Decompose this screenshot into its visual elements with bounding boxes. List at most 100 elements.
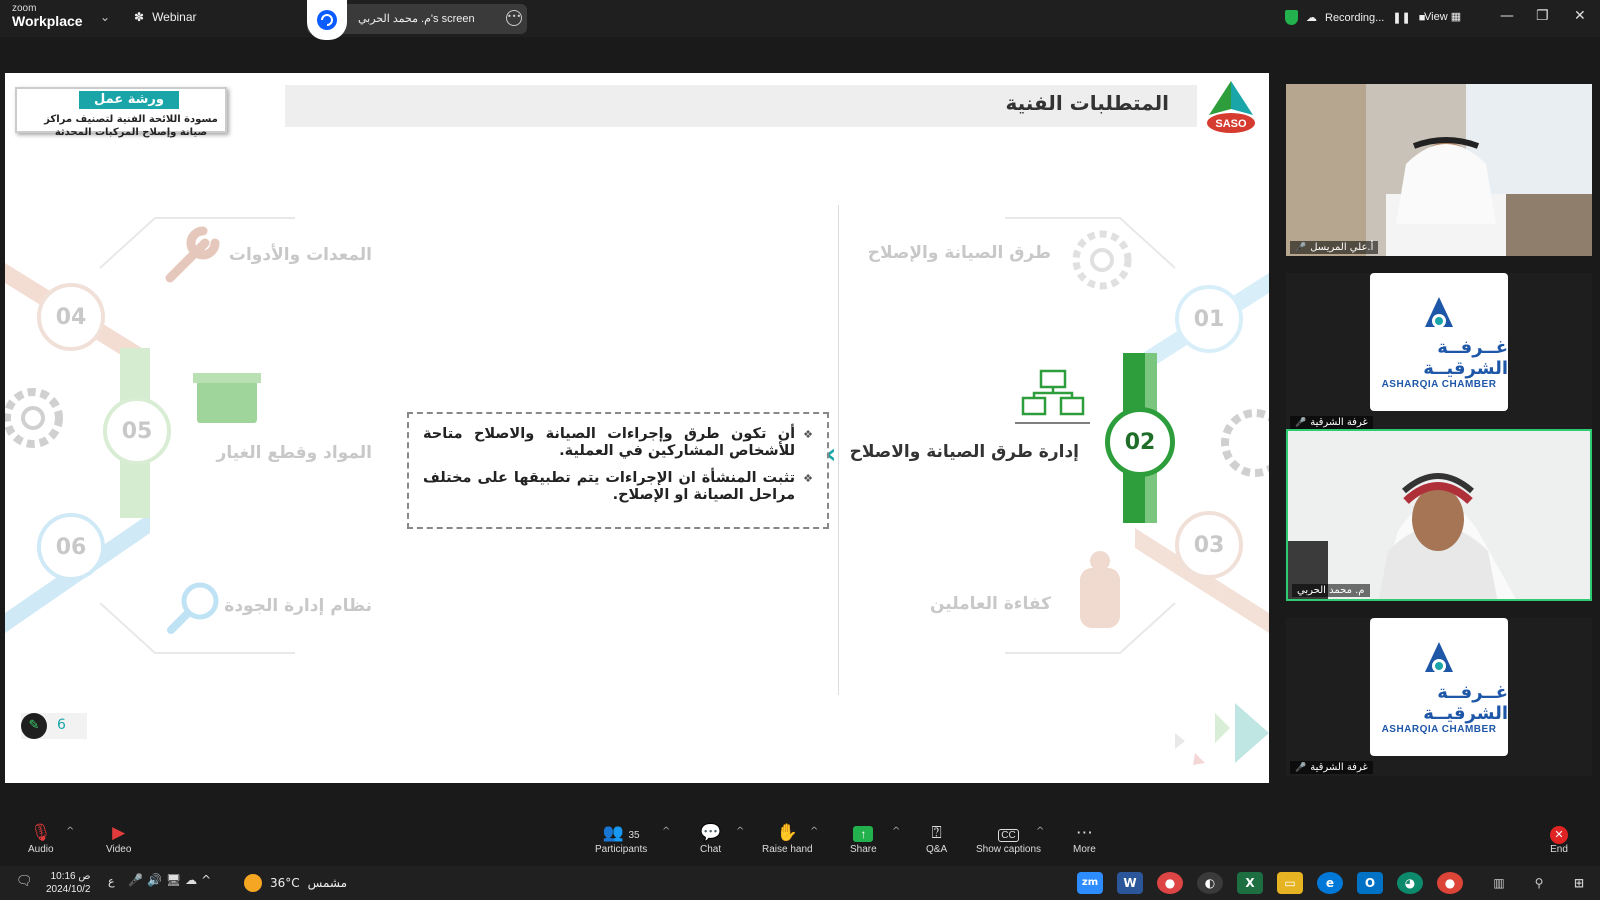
participant-name-tag: م. محمد الحربي	[1292, 584, 1370, 597]
taskbar-ie-icon[interactable]: e	[1317, 872, 1343, 894]
restore-icon[interactable]: ❐	[1536, 8, 1549, 24]
qa-label: Q&A	[926, 844, 948, 855]
page-number: 6	[57, 717, 66, 733]
tray-icons[interactable]: 🎤🔊🖥☁^	[128, 873, 215, 887]
taskbar-word-icon[interactable]: W	[1117, 872, 1143, 894]
participant-tile[interactable]: أ.علي المريسل 🎤	[1286, 84, 1592, 256]
hand-icon: ✋	[776, 823, 798, 842]
search-icon[interactable]: ⚲	[1526, 872, 1552, 894]
input-language[interactable]: ع	[108, 875, 115, 888]
raise-hand-label: Raise hand	[762, 844, 813, 855]
end-call-icon: ✕	[1550, 822, 1568, 844]
chamber-name-en: ASHARQIA CHAMBER	[1381, 378, 1497, 390]
pause-icon[interactable]: ❚❚	[1392, 11, 1410, 24]
taskbar-chrome-icon[interactable]: ●	[1157, 872, 1183, 894]
participant-name: غرفة الشرقية	[1310, 417, 1368, 428]
end-button[interactable]: ✕ End	[1550, 822, 1568, 855]
more-button[interactable]: ⋯ More	[1073, 822, 1096, 855]
webinar-label: Webinar	[152, 10, 197, 24]
title-bar: zoom Workplace ⌄ ✽ Webinar م. محمد الحرب…	[0, 0, 1600, 40]
item-06-number: 06	[37, 513, 105, 581]
item-05-number: 05	[103, 397, 171, 465]
chevron-down-icon[interactable]: ⌄	[100, 10, 110, 24]
chamber-emblem-icon	[1425, 296, 1453, 328]
captions-caret-icon[interactable]: ^	[1036, 826, 1044, 837]
bullet-item: ❖ تثبت المنشأة ان الإجراءات يتم تطبيقها …	[423, 470, 813, 504]
participant-tile[interactable]: غــرفــة الشرقيــة ASHARQIA CHAMBER غرفة…	[1286, 618, 1592, 776]
workshop-card: ورشة عمل مسودة اللائحة الفنية لتصنيف مرا…	[15, 87, 227, 138]
weather-widget[interactable]: 36°C مشمس	[244, 874, 347, 892]
zoom-logo: zoom Workplace	[12, 4, 83, 29]
video-button[interactable]: ▶ Video	[106, 822, 131, 855]
captions-label: Show captions	[976, 844, 1042, 855]
item-03-label: كفاءة العاملين	[929, 594, 1051, 614]
brand-big: Workplace	[12, 13, 83, 29]
chamber-name-ar: غــرفــة الشرقيــة	[1423, 681, 1508, 724]
share-caret-icon[interactable]: ^	[892, 826, 900, 837]
participant-name: م. محمد الحربي	[1297, 585, 1365, 596]
bullet-text: أن تكون طرق وإجراءات الصيانة والاصلاح مت…	[423, 426, 796, 459]
audio-options-caret-icon[interactable]: ^	[66, 826, 74, 837]
participant-tile-active-speaker[interactable]: م. محمد الحربي	[1286, 429, 1592, 601]
taskbar-chrome-icon[interactable]: ●	[1437, 872, 1463, 894]
recording-status[interactable]: ☁ Recording... ❚❚ ■	[1285, 10, 1425, 25]
notification-icon[interactable]: 🗨	[16, 874, 33, 889]
captions-button[interactable]: CC Show captions	[976, 822, 1041, 855]
chat-icon: 💬	[700, 823, 722, 842]
task-view-icon[interactable]: ▥	[1486, 872, 1512, 894]
qa-icon: ⍰	[931, 823, 942, 842]
item-04-label: المعدات والأدوات	[228, 245, 372, 265]
share-button[interactable]: ↑ Share	[850, 822, 877, 855]
os-taskbar: 🗨 10:16 ص 2024/10/2 ع 🎤🔊🖥☁^ 36°C مشمس zm…	[0, 866, 1600, 900]
participants-button[interactable]: 👥 35 Participants	[595, 822, 647, 855]
close-icon[interactable]: ✕	[1574, 8, 1586, 24]
windows-start-icon[interactable]: ⊞	[1566, 872, 1592, 894]
participant-video	[1288, 431, 1590, 599]
muted-mic-icon: 🎤	[1295, 762, 1307, 773]
taskbar-edge-icon[interactable]: ◕	[1397, 872, 1423, 894]
participants-count: 35	[628, 830, 640, 841]
participants-icon: 👥 35	[602, 823, 640, 842]
muted-mic-icon: 🎤	[1295, 417, 1307, 428]
chamber-name-en: ASHARQIA CHAMBER	[1381, 723, 1497, 735]
chamber-emblem-icon	[1425, 641, 1453, 673]
participant-tile[interactable]: غــرفــة الشرقيــة ASHARQIA CHAMBER غرفة…	[1286, 273, 1592, 431]
item-02-number: 02	[1105, 407, 1175, 477]
view-button[interactable]: View ▦	[1424, 10, 1461, 23]
qa-button[interactable]: ⍰ Q&A	[926, 822, 947, 855]
taskbar-outlook-icon[interactable]: O	[1357, 872, 1383, 894]
raise-hand-caret-icon[interactable]: ^	[810, 826, 818, 837]
temperature: 36°C	[270, 876, 300, 890]
item-03-number: 03	[1175, 511, 1243, 579]
chat-label: Chat	[700, 844, 722, 855]
system-clock[interactable]: 10:16 ص 2024/10/2	[46, 870, 91, 896]
webinar-mode[interactable]: ✽ Webinar	[134, 10, 197, 24]
diamond-bullet-icon: ❖	[803, 428, 813, 441]
more-options-icon[interactable]: •••	[506, 10, 522, 26]
share-screen-icon: ↑	[850, 822, 877, 844]
requirements-box: ❖ أن تكون طرق وإجراءات الصيانة والاصلاح …	[407, 412, 829, 529]
audio-label: Audio	[28, 844, 54, 855]
audio-button[interactable]: 🎙 Audio	[28, 822, 54, 855]
weather-condition: مشمس	[307, 876, 348, 890]
chat-caret-icon[interactable]: ^	[736, 826, 744, 837]
security-shield-icon	[1285, 10, 1298, 25]
taskbar-app-icon[interactable]: ◐	[1197, 872, 1223, 894]
participant-name-tag: غرفة الشرقية 🎤	[1290, 761, 1373, 774]
participant-name: غرفة الشرقية	[1310, 762, 1368, 773]
minimize-icon[interactable]: —	[1500, 8, 1514, 24]
paw-icon: ✽	[134, 10, 145, 24]
taskbar-excel-icon[interactable]: X	[1237, 872, 1263, 894]
view-label: View	[1424, 11, 1448, 23]
cc-icon: CC	[976, 822, 1041, 844]
pen-icon[interactable]: ✎	[21, 713, 47, 739]
chat-button[interactable]: 💬 Chat	[700, 822, 721, 855]
taskbar-folder-icon[interactable]: ▭	[1277, 872, 1303, 894]
video-off-icon: ▶	[112, 823, 126, 842]
raise-hand-button[interactable]: ✋ Raise hand	[762, 822, 813, 855]
item-06-label: نظام إدارة الجودة	[224, 596, 372, 616]
item-02-label: إدارة طرق الصيانة والاصلاح	[849, 442, 1079, 462]
taskbar-zoom-icon[interactable]: zm	[1077, 872, 1103, 894]
participant-name: أ.علي المريسل	[1310, 242, 1374, 253]
participants-caret-icon[interactable]: ^	[662, 826, 670, 837]
